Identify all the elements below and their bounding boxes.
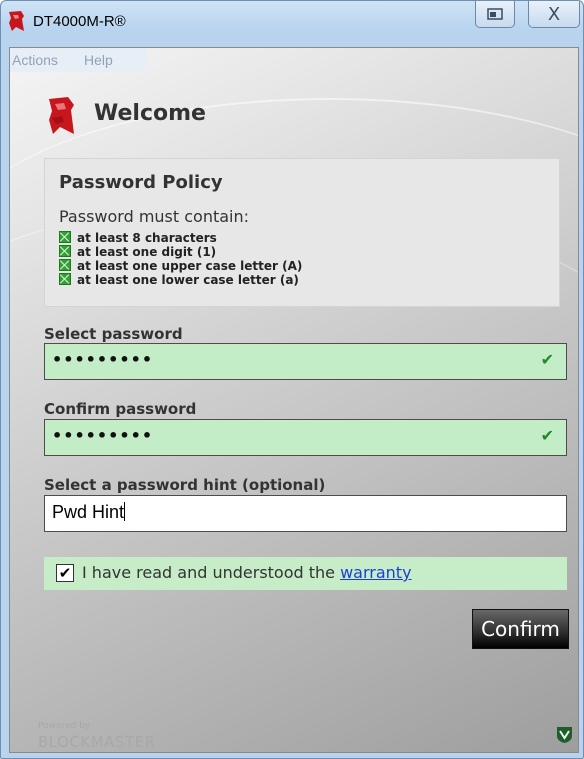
- rule-label: at least one upper case letter (A): [77, 259, 303, 273]
- rule-label: at least 8 characters: [77, 231, 217, 245]
- menu-bar: Actions Help: [10, 48, 147, 72]
- powered-by-text: Powered by: [38, 721, 91, 731]
- confirm-password-input[interactable]: ••••••••• ✔: [44, 419, 567, 456]
- confirm-button[interactable]: Confirm: [472, 609, 569, 649]
- select-password-label: Select password: [44, 325, 183, 343]
- close-button[interactable]: X: [528, 1, 580, 28]
- valid-check-icon: ✔: [540, 350, 554, 369]
- text-caret: [124, 502, 126, 521]
- warranty-checkbox[interactable]: ✔: [56, 564, 74, 582]
- shield-icon[interactable]: [556, 726, 573, 744]
- password-masked-value: •••••••••: [52, 350, 154, 369]
- password-masked-value: •••••••••: [52, 426, 154, 445]
- policy-rule: at least one digit (1): [59, 245, 216, 259]
- warranty-link[interactable]: warranty: [340, 563, 411, 582]
- window-title: DT4000M-R®: [33, 13, 126, 30]
- policy-intro: Password must contain:: [59, 207, 250, 226]
- valid-check-icon: ✔: [540, 426, 554, 445]
- hint-value: Pwd Hint: [52, 502, 126, 522]
- blockmaster-brand: BLOCKMASTER: [38, 733, 156, 751]
- policy-rule: at least one upper case letter (A): [59, 259, 302, 273]
- warranty-row: ✔ I have read and understood the warrant…: [44, 557, 567, 590]
- rule-label: at least one lower case letter (a): [77, 273, 299, 287]
- warranty-text: I have read and understood the warranty: [82, 563, 412, 582]
- close-icon: X: [547, 3, 561, 25]
- title-bar[interactable]: DT4000M-R® X: [1, 1, 583, 45]
- welcome-title: Welcome: [94, 101, 206, 126]
- policy-rule: at least one lower case letter (a): [59, 273, 299, 287]
- app-window: DT4000M-R® X Actions Help Welcome Passwo…: [0, 0, 584, 759]
- check-icon: [59, 273, 71, 285]
- check-icon: [59, 231, 71, 243]
- password-policy-panel: Password Policy Password must contain: a…: [44, 158, 560, 307]
- select-password-input[interactable]: ••••••••• ✔: [44, 343, 567, 380]
- main-panel: Actions Help Welcome Password Policy Pas…: [9, 47, 579, 753]
- policy-rule: at least 8 characters: [59, 231, 217, 245]
- check-icon: [59, 245, 71, 257]
- password-hint-label: Select a password hint (optional): [44, 476, 326, 494]
- confirm-password-label: Confirm password: [44, 400, 197, 418]
- check-icon: [59, 259, 71, 271]
- restore-window-icon: [487, 8, 503, 20]
- kingston-logo-icon: [49, 97, 74, 134]
- menu-help[interactable]: Help: [84, 52, 113, 68]
- rule-label: at least one digit (1): [77, 245, 217, 259]
- app-icon: [9, 11, 24, 31]
- restore-button[interactable]: [475, 1, 515, 28]
- password-hint-input[interactable]: Pwd Hint: [44, 495, 567, 532]
- policy-title: Password Policy: [59, 172, 223, 193]
- menu-actions[interactable]: Actions: [12, 52, 58, 68]
